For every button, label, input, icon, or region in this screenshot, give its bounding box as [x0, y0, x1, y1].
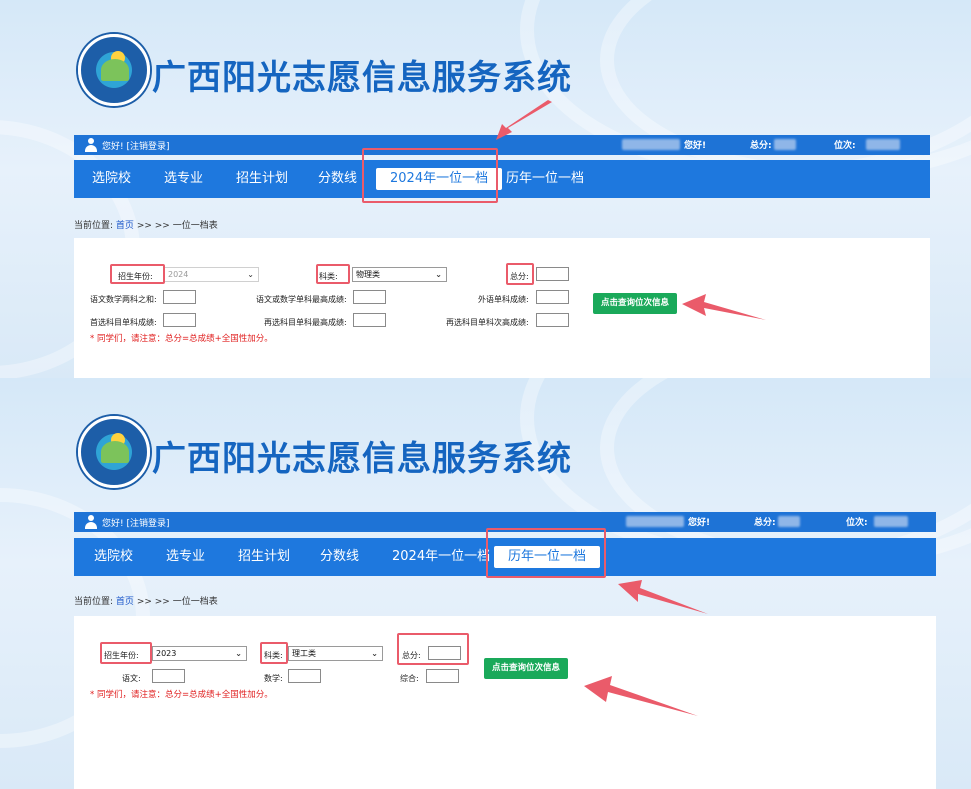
chevron-down-icon: ⌄	[235, 649, 242, 658]
user-icon	[84, 138, 98, 152]
chinese-input[interactable]	[152, 669, 185, 683]
screenshot-panel-bottom: 广西阳光志愿信息服务系统 您好! [注销登录] 您好! 总分: 位次: 选院校 …	[0, 378, 971, 789]
highlight-box-year	[100, 642, 152, 664]
math-input[interactable]	[288, 669, 321, 683]
breadcrumb-rest: >> >> 一位一档表	[136, 221, 218, 231]
redacted-rank	[866, 139, 900, 150]
highlight-box-total	[397, 633, 469, 665]
logo-mountain-icon	[101, 441, 129, 463]
highlight-box-subject	[260, 642, 288, 664]
max-single-label: 语文或数学单科最高成绩:	[256, 295, 347, 304]
logout-link[interactable]: 您好! [注销登录]	[102, 516, 170, 529]
subject-select[interactable]: 理工类 ⌄	[288, 646, 383, 661]
site-logo	[78, 416, 150, 488]
reselect-second-input[interactable]	[536, 313, 569, 327]
chevron-down-icon: ⌄	[371, 649, 378, 658]
nav-select-school[interactable]: 选院校	[94, 538, 133, 576]
year-select-value: 2023	[156, 649, 177, 658]
annotation-arrow-icon	[584, 676, 698, 716]
breadcrumb-prefix: 当前位置:	[74, 221, 114, 231]
chevron-down-icon: ⌄	[247, 270, 254, 279]
breadcrumb-home-link[interactable]: 首页	[116, 221, 134, 231]
chinese-math-sum-input[interactable]	[163, 290, 196, 304]
nav-enrollment-plan[interactable]: 招生计划	[236, 160, 288, 198]
breadcrumb-rest: >> >> 一位一档表	[136, 597, 218, 607]
foreign-lang-input[interactable]	[536, 290, 569, 304]
score-label: 总分:	[750, 141, 772, 151]
main-nav: 选院校 选专业 招生计划 分数线 2024年一位一档 历年一位一档	[74, 160, 930, 198]
redacted-username	[622, 139, 680, 150]
user-icon	[84, 515, 98, 529]
subject-select-value: 理工类	[292, 649, 316, 658]
year-select[interactable]: 2024 ⌄	[164, 267, 259, 282]
query-form-panel: 招生年份: 2023 ⌄ 科类: 理工类 ⌄ 总分: 语文: 数学: 综合: 点…	[74, 616, 936, 789]
redacted-rank	[874, 516, 908, 527]
first-subject-label: 首选科目单科成绩:	[90, 318, 157, 327]
first-subject-input[interactable]	[163, 313, 196, 327]
nav-tab-2024-rank[interactable]: 2024年一位一档	[392, 538, 490, 576]
reselect-max-label: 再选科目单科最高成绩:	[264, 318, 347, 327]
redacted-username	[626, 516, 684, 527]
score-label: 总分:	[754, 518, 776, 528]
year-select-value: 2024	[168, 270, 189, 279]
user-hello: 您好!	[688, 518, 711, 528]
breadcrumb-home-link[interactable]: 首页	[116, 597, 134, 607]
total-score-input[interactable]	[536, 267, 569, 281]
nav-score-line[interactable]: 分数线	[318, 160, 357, 198]
reselect-second-label: 再选科目单科次高成绩:	[446, 318, 529, 327]
nav-select-major[interactable]: 选专业	[164, 160, 203, 198]
reselect-max-input[interactable]	[353, 313, 386, 327]
math-label: 数学:	[264, 674, 283, 683]
user-hello: 您好!	[684, 141, 707, 151]
highlight-box-year	[110, 264, 165, 284]
year-select[interactable]: 2023 ⌄	[152, 646, 247, 661]
redacted-score	[774, 139, 796, 150]
nav-score-line[interactable]: 分数线	[320, 538, 359, 576]
annotation-arrow-icon	[618, 580, 708, 614]
logout-link[interactable]: 您好! [注销登录]	[102, 139, 170, 152]
highlight-box-tab	[362, 148, 498, 203]
redacted-score	[778, 516, 800, 527]
chinese-math-sum-label: 语文数学两科之和:	[90, 295, 157, 304]
comprehensive-label: 综合:	[400, 674, 419, 683]
annotation-arrow-icon	[496, 100, 552, 140]
score-note: * 同学们，请注意：总分=总成绩+全国性加分。	[90, 690, 273, 700]
breadcrumb: 当前位置: 首页 >> >> 一位一档表	[74, 218, 218, 231]
rank-label: 位次:	[846, 518, 868, 528]
highlight-box-total	[506, 263, 534, 285]
query-rank-button[interactable]: 点击查询位次信息	[484, 658, 568, 679]
highlight-box-tab	[486, 528, 606, 578]
logo-mountain-icon	[101, 59, 129, 81]
highlight-box-subject	[316, 264, 350, 284]
screenshot-panel-top: 广西阳光志愿信息服务系统 您好! [注销登录] 您好! 总分: 位次: 选院校 …	[0, 0, 971, 378]
nav-enrollment-plan[interactable]: 招生计划	[238, 538, 290, 576]
subject-select[interactable]: 物理类 ⌄	[352, 267, 447, 282]
site-logo	[78, 34, 150, 106]
chevron-down-icon: ⌄	[435, 270, 442, 279]
query-form-panel: 招生年份: 2024 ⌄ 科类: 物理类 ⌄ 总分: 语文数学两科之和: 语文或…	[74, 238, 930, 378]
nav-select-major[interactable]: 选专业	[166, 538, 205, 576]
score-note: * 同学们，请注意：总分=总成绩+全国性加分。	[90, 334, 273, 344]
breadcrumb: 当前位置: 首页 >> >> 一位一档表	[74, 594, 218, 607]
query-rank-button[interactable]: 点击查询位次信息	[593, 293, 677, 314]
rank-label: 位次:	[834, 141, 856, 151]
site-title: 广西阳光志愿信息服务系统	[152, 439, 572, 479]
subject-select-value: 物理类	[356, 270, 380, 279]
comprehensive-input[interactable]	[426, 669, 459, 683]
nav-tab-history-rank[interactable]: 历年一位一档	[506, 160, 584, 198]
foreign-lang-label: 外语单科成绩:	[478, 295, 529, 304]
site-title: 广西阳光志愿信息服务系统	[152, 58, 572, 98]
chinese-label: 语文:	[122, 674, 141, 683]
nav-select-school[interactable]: 选院校	[92, 160, 131, 198]
breadcrumb-prefix: 当前位置:	[74, 597, 114, 607]
annotation-arrow-icon	[682, 294, 766, 320]
max-single-input[interactable]	[353, 290, 386, 304]
